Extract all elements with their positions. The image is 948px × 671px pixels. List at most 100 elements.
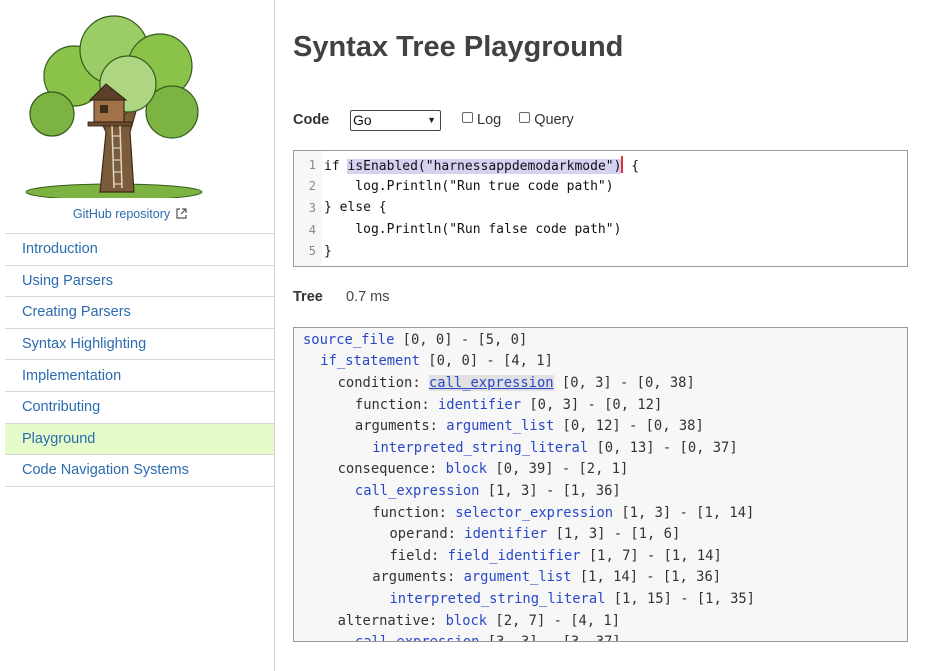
tree-field-name: operand: bbox=[389, 526, 465, 543]
tree-node-range: [1, 7] - [1, 14] bbox=[580, 547, 722, 564]
tree-node-range: [1, 3] - [1, 36] bbox=[479, 482, 621, 499]
tree-node-range: [2, 7] - [4, 1] bbox=[487, 612, 621, 629]
tree-node-link[interactable]: interpreted_string_literal bbox=[390, 591, 606, 607]
tree-node-range: [0, 0] - [4, 1] bbox=[419, 353, 553, 370]
tree-node-link[interactable]: field_identifier bbox=[448, 548, 581, 564]
tree-row[interactable]: if_statement [0, 0] - [4, 1] bbox=[294, 351, 907, 373]
tree-node-link[interactable]: argument_list bbox=[464, 569, 572, 585]
tree-row[interactable]: condition: call_expression [0, 3] - [0, … bbox=[294, 372, 907, 394]
tree-node-range: [0, 12] - [0, 38] bbox=[554, 418, 704, 435]
tree-row[interactable]: arguments: argument_list [1, 14] - [1, 3… bbox=[294, 567, 907, 589]
github-repository-label: GitHub repository bbox=[72, 207, 171, 221]
tree-node-range: [1, 14] - [1, 36] bbox=[571, 569, 722, 586]
tree-node-link[interactable]: block bbox=[446, 613, 488, 629]
language-select[interactable]: Go ▼ bbox=[350, 109, 441, 131]
tree-node-link[interactable]: call_expression bbox=[355, 483, 480, 499]
parse-timing: 0.7 ms bbox=[346, 289, 390, 305]
tree-node-range: [0, 0] - [5, 0] bbox=[394, 331, 528, 348]
sidebar-item-syntax-highlighting[interactable]: Syntax Highlighting bbox=[5, 329, 274, 361]
log-checkbox[interactable] bbox=[462, 111, 473, 123]
tree-row[interactable]: source_file [0, 0] - [5, 0] bbox=[294, 329, 907, 351]
code-line[interactable]: 4 log.Println("Run false code path") bbox=[294, 219, 907, 241]
code-text: } else { bbox=[324, 200, 387, 216]
tree-node-range: [0, 39] - [2, 1] bbox=[487, 461, 629, 478]
tree-node-link[interactable]: call_expression bbox=[428, 374, 554, 391]
line-number: 3 bbox=[308, 200, 316, 215]
tree-node-link[interactable]: argument_list bbox=[446, 418, 554, 434]
sidebar-item-introduction[interactable]: Introduction bbox=[5, 234, 274, 266]
tree-node-range: [0, 13] - [0, 37] bbox=[588, 439, 738, 456]
treehouse-logo bbox=[25, 15, 203, 198]
code-line[interactable]: 2 log.Println("Run true code path") bbox=[294, 176, 907, 198]
code-highlight: isEnabled("harnessappdemodarkmode") bbox=[347, 158, 622, 174]
tree-field-name: arguments: bbox=[354, 418, 447, 435]
code-line[interactable]: 3 } else { bbox=[294, 197, 907, 219]
language-select-value: Go bbox=[353, 112, 372, 128]
tree-row[interactable]: call_expression [1, 3] - [1, 36] bbox=[294, 480, 907, 502]
log-label: Log bbox=[477, 112, 502, 128]
tree-node-link[interactable]: identifier bbox=[464, 526, 547, 542]
sidebar-item-contributing[interactable]: Contributing bbox=[5, 392, 274, 424]
tree-field-name: arguments: bbox=[372, 569, 464, 586]
playground-controls: Code Go ▼ Log Query bbox=[293, 109, 908, 131]
page-title: Syntax Tree Playground bbox=[293, 31, 624, 63]
code-text: if bbox=[324, 158, 348, 174]
tree-row[interactable]: field: field_identifier [1, 7] - [1, 14] bbox=[294, 545, 907, 567]
sidebar-item-playground[interactable]: Playground bbox=[5, 423, 274, 456]
sidebar-item-implementation[interactable]: Implementation bbox=[5, 360, 274, 392]
line-number: 1 bbox=[308, 157, 316, 172]
sidebar: GitHub repository Introduction Using Par… bbox=[0, 0, 275, 671]
tree-node-range: [1, 3] - [1, 14] bbox=[613, 504, 755, 521]
tree-row[interactable]: interpreted_string_literal [0, 13] - [0,… bbox=[294, 437, 907, 459]
code-text: log.Println("Run false code path") bbox=[324, 222, 622, 238]
sidebar-item-code-navigation-systems[interactable]: Code Navigation Systems bbox=[5, 455, 274, 487]
tree-field-name: alternative: bbox=[337, 612, 446, 629]
tree-row[interactable]: function: identifier [0, 3] - [0, 12] bbox=[294, 394, 907, 416]
line-number: 2 bbox=[308, 179, 316, 194]
tree-node-range: [0, 3] - [0, 38] bbox=[553, 374, 695, 391]
tree-node-link[interactable]: source_file bbox=[303, 332, 394, 348]
chevron-down-icon: ▼ bbox=[427, 115, 436, 125]
tree-label: Tree bbox=[293, 289, 323, 305]
tree-row[interactable]: consequence: block [0, 39] - [2, 1] bbox=[294, 459, 907, 481]
tree-row[interactable]: arguments: argument_list [0, 12] - [0, 3… bbox=[294, 415, 907, 437]
tree-field-name: field: bbox=[389, 547, 448, 564]
tree-field-name: condition: bbox=[337, 374, 429, 391]
code-line[interactable]: 1 if isEnabled("harnessappdemodarkmode") … bbox=[294, 154, 907, 176]
line-number: 4 bbox=[308, 222, 316, 237]
tree-row[interactable]: operand: identifier [1, 3] - [1, 6] bbox=[294, 523, 907, 545]
query-toggle[interactable]: Query bbox=[519, 111, 574, 128]
tree-node-range: [0, 3] - [0, 12] bbox=[521, 396, 663, 413]
tree-node-range: [1, 15] - [1, 35] bbox=[605, 590, 755, 607]
tree-node-link[interactable]: selector_expression bbox=[455, 505, 613, 521]
query-checkbox[interactable] bbox=[519, 111, 531, 123]
external-link-icon bbox=[176, 208, 187, 219]
code-editor[interactable]: 1 if isEnabled("harnessappdemodarkmode") … bbox=[293, 150, 908, 267]
tree-header: Tree 0.7 ms bbox=[293, 289, 390, 305]
tree-node-link[interactable]: if_statement bbox=[320, 353, 420, 369]
code-text: { bbox=[623, 158, 640, 174]
code-line[interactable]: 5} bbox=[294, 240, 907, 262]
github-repository-link[interactable]: GitHub repository bbox=[0, 207, 260, 221]
code-text: } bbox=[324, 243, 332, 259]
tree-field-name: consequence: bbox=[337, 461, 446, 478]
tree-node-link[interactable]: block bbox=[446, 461, 488, 477]
tree-node-link[interactable]: interpreted_string_literal bbox=[372, 440, 588, 456]
log-toggle[interactable]: Log bbox=[462, 111, 502, 128]
tree-node-range: [3, 3] - [3, 37] bbox=[480, 634, 621, 641]
tree-node-range: [1, 3] - [1, 6] bbox=[547, 526, 681, 543]
code-label: Code bbox=[293, 112, 330, 128]
tree-field-name: function: bbox=[354, 396, 438, 413]
tree-row[interactable]: function: selector_expression [1, 3] - [… bbox=[294, 502, 907, 524]
tree-node-link[interactable]: call_expression bbox=[355, 634, 480, 641]
sidebar-nav: Introduction Using Parsers Creating Pars… bbox=[5, 233, 274, 487]
tree-node-link[interactable]: identifier bbox=[438, 397, 521, 413]
code-text: log.Println("Run true code path") bbox=[324, 178, 614, 194]
tree-row[interactable]: alternative: block [2, 7] - [4, 1] bbox=[294, 610, 907, 632]
sidebar-item-using-parsers[interactable]: Using Parsers bbox=[5, 266, 274, 298]
tree-row[interactable]: interpreted_string_literal [1, 15] - [1,… bbox=[294, 588, 907, 610]
syntax-tree-output[interactable]: source_file [0, 0] - [5, 0] if_statement … bbox=[293, 327, 908, 642]
tree-field-name: function: bbox=[372, 504, 456, 521]
tree-row[interactable]: call_expression [3, 3] - [3, 37] bbox=[294, 631, 907, 641]
sidebar-item-creating-parsers[interactable]: Creating Parsers bbox=[5, 297, 274, 329]
